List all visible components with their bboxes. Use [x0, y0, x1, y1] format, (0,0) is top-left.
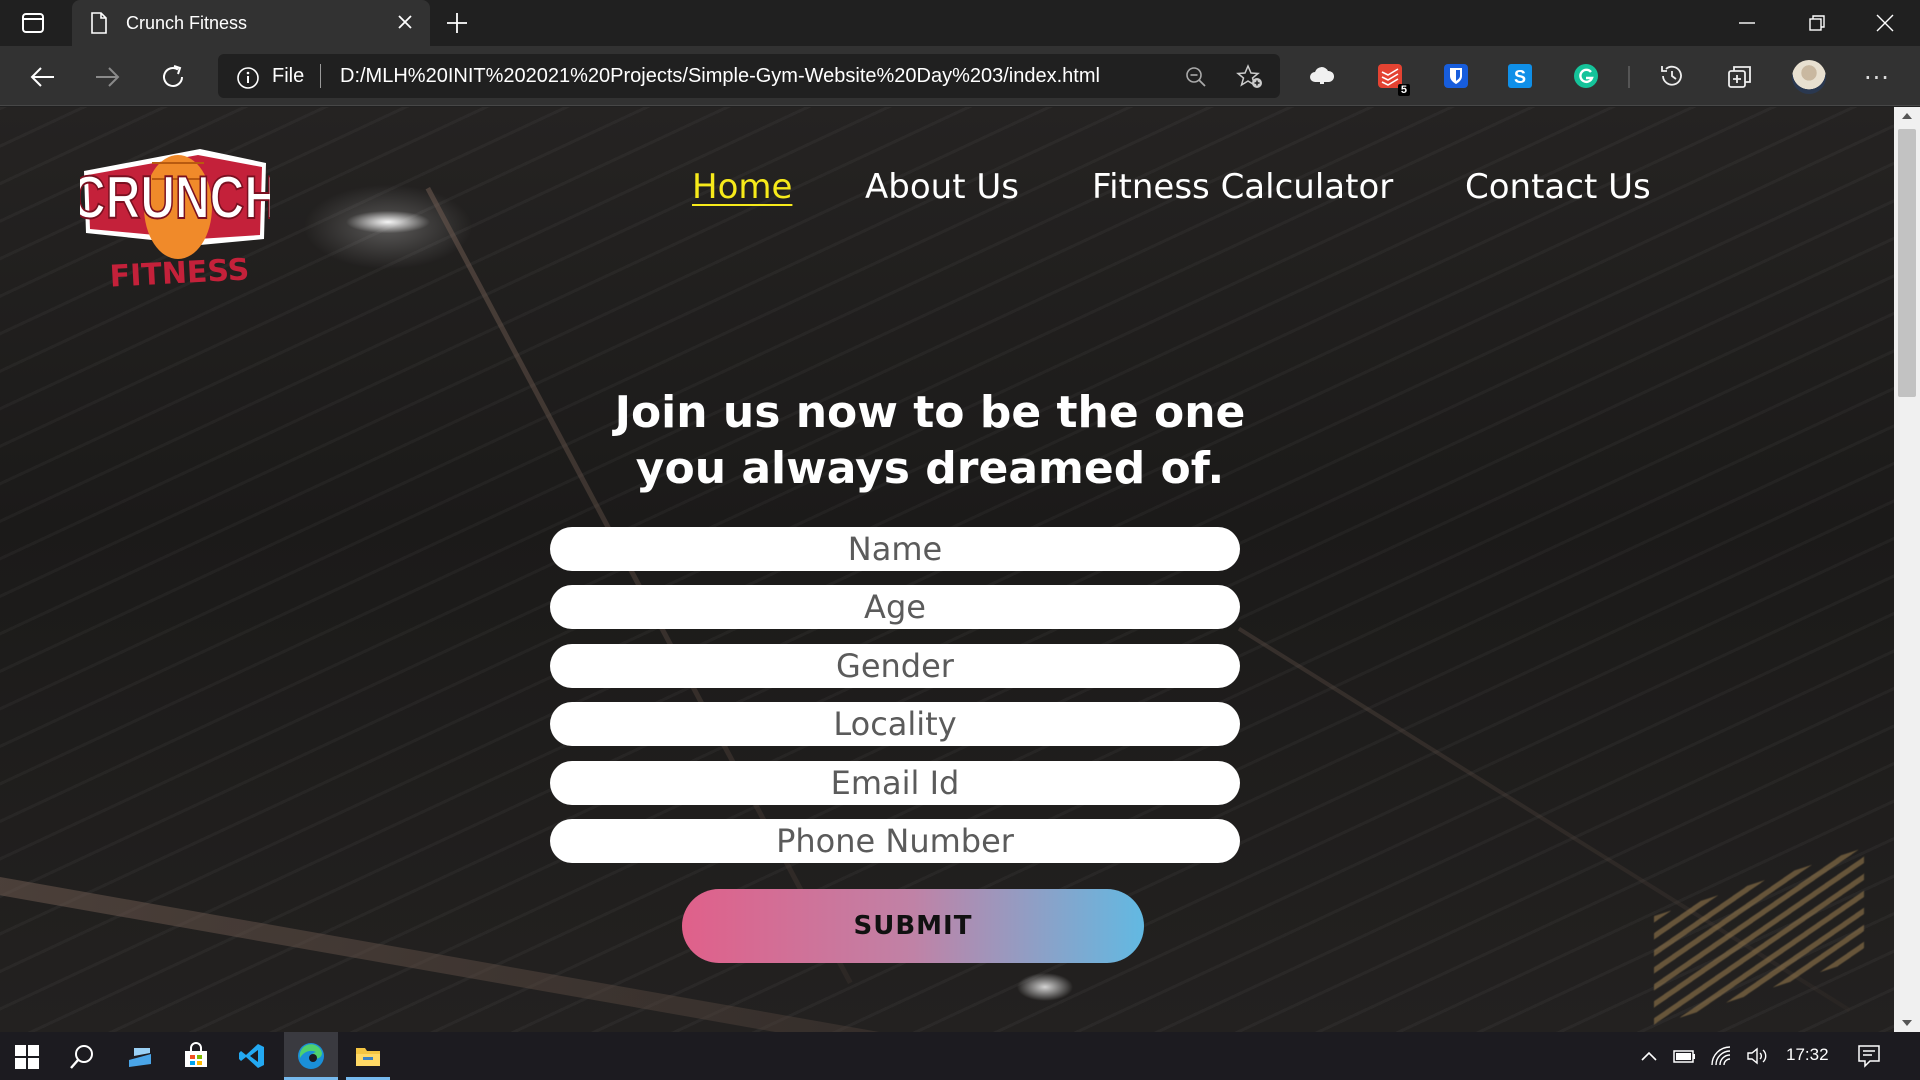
scroll-thumb[interactable]	[1898, 129, 1916, 397]
address-bar[interactable]: File D:/MLH%20INIT%202021%20Projects/Sim…	[218, 54, 1280, 98]
cloud-extension-icon[interactable]	[1308, 62, 1336, 90]
browser-tab-bar: Crunch Fitness	[0, 0, 1920, 46]
address-separator	[320, 64, 321, 88]
main-nav: Home About Us Fitness Calculator Contact…	[0, 167, 1894, 227]
history-icon[interactable]	[1658, 62, 1686, 90]
taskbar-clock[interactable]: 17:32	[1786, 1045, 1829, 1065]
page-icon	[90, 12, 108, 38]
url-text[interactable]: D:/MLH%20INIT%202021%20Projects/Simple-G…	[340, 65, 1100, 88]
hero-heading-line-2: you always dreamed of.	[635, 443, 1225, 494]
scheme-label: File	[272, 65, 305, 87]
restore-icon[interactable]	[1806, 12, 1828, 38]
store-icon[interactable]	[182, 1042, 210, 1074]
tab-title: Crunch Fitness	[126, 13, 248, 33]
notification-icon[interactable]	[1856, 1044, 1882, 1072]
minimize-icon[interactable]	[1736, 12, 1758, 38]
battery-icon[interactable]	[1672, 1046, 1698, 1070]
more-options-icon[interactable]: ···	[1864, 66, 1890, 90]
close-window-icon[interactable]	[1874, 12, 1896, 38]
zoom-out-icon[interactable]	[1184, 65, 1208, 93]
nav-home[interactable]: Home	[692, 167, 792, 207]
toolbar-separator	[1628, 66, 1630, 88]
page-scrollbar[interactable]	[1894, 107, 1920, 1032]
web-page: CRUNCH FITNESS Home About Us Fitness Cal…	[0, 107, 1894, 1032]
browser-tab[interactable]: Crunch Fitness	[72, 0, 430, 46]
new-tab-icon[interactable]	[444, 10, 470, 40]
skype-s-icon[interactable]: S	[1506, 62, 1534, 90]
tab-actions-icon[interactable]	[18, 10, 48, 36]
hero-heading-line-1: Join us now to be the one	[614, 387, 1246, 438]
grammarly-icon[interactable]	[1572, 62, 1600, 90]
logo-subtitle: FITNESS	[109, 252, 250, 293]
nav-contact-us[interactable]: Contact Us	[1465, 167, 1651, 207]
hero-heading: Join us now to be the one you always dre…	[530, 385, 1330, 497]
wifi-icon[interactable]	[1710, 1045, 1734, 1071]
forward-arrow-icon	[92, 62, 122, 96]
vscode-icon[interactable]	[238, 1042, 266, 1074]
windows-taskbar: 17:32	[0, 1032, 1920, 1080]
profile-avatar[interactable]	[1792, 60, 1826, 94]
refresh-icon[interactable]	[158, 62, 188, 96]
scroll-up-arrow-icon[interactable]	[1902, 113, 1912, 119]
scroll-down-arrow-icon[interactable]	[1902, 1020, 1912, 1026]
search-icon[interactable]	[68, 1043, 96, 1075]
todoist-extension-icon[interactable]: 5	[1376, 62, 1410, 96]
bitwarden-shield-icon[interactable]	[1442, 62, 1470, 90]
gender-field[interactable]	[550, 644, 1240, 688]
locality-field[interactable]	[550, 702, 1240, 746]
age-field[interactable]	[550, 585, 1240, 629]
windows-start-icon[interactable]	[14, 1044, 40, 1074]
edge-browser-icon[interactable]	[296, 1041, 326, 1075]
chevron-up-icon[interactable]	[1638, 1046, 1660, 1070]
volume-icon[interactable]	[1746, 1045, 1770, 1071]
browser-toolbar: File D:/MLH%20INIT%202021%20Projects/Sim…	[0, 46, 1920, 106]
phone-field[interactable]	[550, 819, 1240, 863]
task-view-icon[interactable]	[126, 1044, 154, 1074]
nav-about-us[interactable]: About Us	[865, 167, 1019, 207]
close-tab-icon[interactable]	[394, 11, 416, 37]
extension-badge: 5	[1397, 84, 1410, 96]
submit-button[interactable]: SUBMIT	[682, 889, 1144, 963]
svg-text:S: S	[1514, 67, 1526, 87]
collections-icon[interactable]	[1726, 62, 1754, 90]
email-field[interactable]	[550, 761, 1240, 805]
back-arrow-icon[interactable]	[28, 62, 58, 96]
file-explorer-icon[interactable]	[354, 1044, 382, 1072]
add-favorite-icon[interactable]	[1236, 64, 1264, 94]
name-field[interactable]	[550, 527, 1240, 571]
nav-fitness-calculator[interactable]: Fitness Calculator	[1092, 167, 1393, 207]
info-icon[interactable]	[236, 66, 260, 94]
